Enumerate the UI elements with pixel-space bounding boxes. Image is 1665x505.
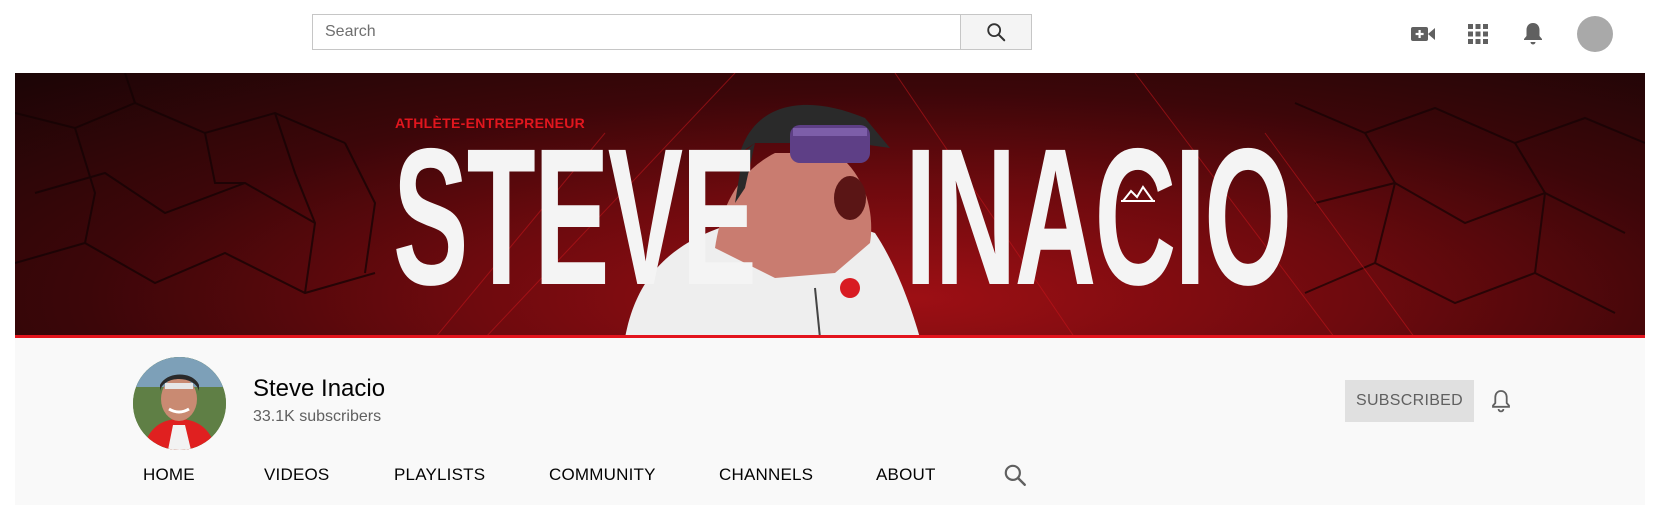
channel-avatar[interactable] bbox=[133, 357, 226, 450]
create-video-icon bbox=[1411, 27, 1435, 41]
create-video-button[interactable] bbox=[1403, 14, 1443, 54]
tab-videos[interactable]: VIDEOS bbox=[264, 465, 329, 485]
tab-about[interactable]: ABOUT bbox=[876, 465, 936, 485]
channel-notifications-button[interactable] bbox=[1486, 386, 1516, 416]
search-input[interactable] bbox=[312, 14, 960, 50]
channel-tabs: HOME VIDEOS PLAYLISTS COMMUNITY CHANNELS… bbox=[0, 465, 1665, 495]
bell-icon bbox=[1492, 390, 1510, 413]
channel-avatar-image bbox=[133, 357, 226, 450]
notifications-button[interactable] bbox=[1513, 14, 1553, 54]
subscriber-count: 33.1K subscribers bbox=[253, 408, 382, 425]
tab-channels[interactable]: CHANNELS bbox=[719, 465, 813, 485]
apps-grid-icon bbox=[1468, 24, 1488, 44]
search-bar bbox=[312, 14, 1032, 50]
header-actions bbox=[1388, 14, 1613, 54]
tab-community[interactable]: COMMUNITY bbox=[549, 465, 656, 485]
channel-name[interactable]: Steve Inacio bbox=[253, 375, 385, 403]
search-button[interactable] bbox=[960, 14, 1032, 50]
account-avatar[interactable] bbox=[1577, 16, 1613, 52]
search-icon bbox=[1004, 464, 1026, 486]
subscribed-button[interactable]: SUBSCRIBED bbox=[1345, 380, 1474, 422]
search-icon bbox=[987, 23, 1006, 42]
banner-first-name: STEVE bbox=[393, 108, 757, 326]
tab-home[interactable]: HOME bbox=[143, 465, 195, 485]
channel-banner: ATHLÈTE-ENTREPRENEUR STEVE INACIO bbox=[15, 73, 1645, 338]
banner-last-name: INACIO bbox=[905, 108, 1292, 326]
top-bar bbox=[0, 0, 1665, 72]
channel-search-button[interactable] bbox=[1002, 462, 1028, 488]
notifications-bell-icon bbox=[1524, 23, 1542, 45]
apps-button[interactable] bbox=[1458, 14, 1498, 54]
tab-playlists[interactable]: PLAYLISTS bbox=[394, 465, 485, 485]
banner-artwork bbox=[15, 73, 1645, 338]
